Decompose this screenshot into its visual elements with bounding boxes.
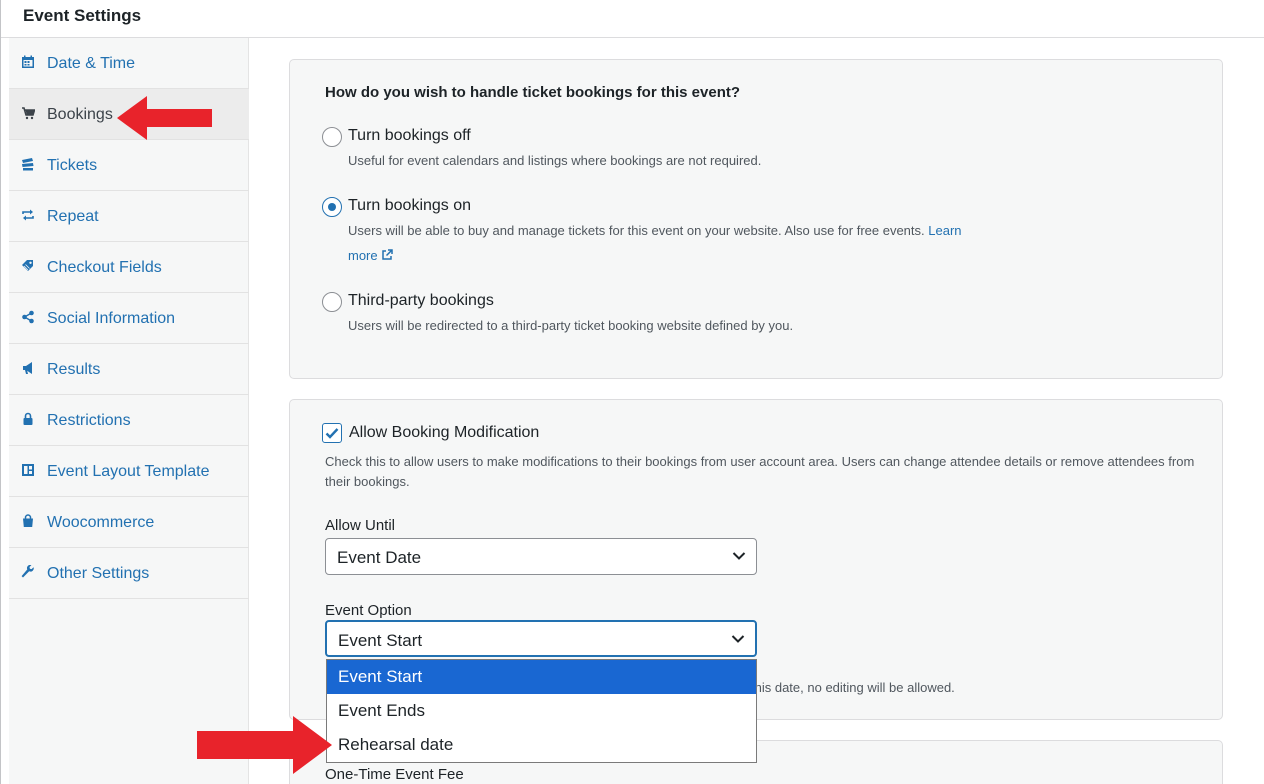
booking-question: How do you wish to handle ticket booking… — [325, 84, 741, 101]
learn-more-link-text-2: more — [348, 248, 378, 263]
dropdown-option-rehearsal-date[interactable]: Rehearsal date — [327, 728, 756, 762]
event-option-select[interactable]: Event Start — [325, 620, 757, 657]
learn-more-link-text: Learn — [928, 223, 962, 238]
radio-button[interactable] — [322, 292, 342, 312]
event-option-label: Event Option — [325, 602, 412, 619]
sidebar-item-other-settings[interactable]: Other Settings — [9, 548, 249, 599]
radio-button-checked[interactable] — [322, 197, 342, 217]
sidebar-item-label: Other Settings — [47, 565, 150, 582]
radio-description: Users will be able to buy and manage tic… — [348, 218, 1028, 268]
radio-description-text: Users will be able to buy and manage tic… — [348, 223, 925, 238]
megaphone-icon — [21, 361, 35, 375]
sidebar-item-restrictions[interactable]: Restrictions — [9, 395, 249, 446]
sidebar-item-label: Social Information — [47, 310, 176, 327]
sidebar-item-social-information[interactable]: Social Information — [9, 293, 249, 344]
chevron-down-icon — [732, 552, 746, 560]
radio-label: Turn bookings off — [348, 127, 471, 144]
select-value: Event Date — [337, 548, 422, 567]
sidebar-item-label: Repeat — [47, 208, 99, 225]
checkmark-icon — [325, 428, 339, 439]
event-option-hint: this date, no editing will be allowed. — [751, 680, 955, 695]
checkbox-label: Allow Booking Modification — [349, 424, 540, 441]
sidebar-item-label: Woocommerce — [47, 514, 155, 531]
allow-until-label: Allow Until — [325, 517, 396, 534]
radio-label: Third-party bookings — [348, 292, 494, 309]
sidebar-item-results[interactable]: Results — [9, 344, 249, 395]
radio-button[interactable] — [322, 127, 342, 147]
sidebar-item-label: Checkout Fields — [47, 259, 162, 276]
settings-sidebar: Date & Time Bookings Tickets Repeat Chec… — [9, 38, 249, 784]
radio-description: Useful for event calendars and listings … — [348, 153, 762, 168]
annotation-arrow-rehearsal — [197, 716, 332, 774]
sidebar-item-checkout-fields[interactable]: Checkout Fields — [9, 242, 249, 293]
repeat-icon — [21, 208, 35, 222]
dropdown-option-event-ends[interactable]: Event Ends — [327, 694, 756, 728]
sidebar-item-label: Date & Time — [47, 55, 136, 72]
cart-icon — [21, 106, 35, 120]
external-link-icon — [381, 249, 393, 260]
share-icon — [21, 310, 35, 324]
radio-description: Users will be redirected to a third-part… — [348, 318, 794, 333]
sidebar-item-woocommerce[interactable]: Woocommerce — [9, 497, 249, 548]
sidebar-item-label: Tickets — [47, 157, 98, 174]
event-option-dropdown: Event Start Event Ends Rehearsal date — [326, 659, 757, 763]
modification-description: Check this to allow users to make modifi… — [325, 454, 1195, 489]
annotation-arrow-bookings — [117, 96, 212, 140]
sidebar-item-label: Bookings — [47, 106, 113, 123]
booking-mode-card: How do you wish to handle ticket booking… — [289, 59, 1223, 379]
panel-header: Event Settings — [1, 0, 1264, 38]
tag-icon — [21, 259, 35, 273]
sidebar-item-label: Results — [47, 361, 101, 378]
one-time-fee-label: One-Time Event Fee — [325, 766, 464, 783]
allow-until-select[interactable]: Event Date — [325, 538, 757, 575]
bag-icon — [21, 514, 35, 528]
tickets-icon — [21, 157, 35, 171]
wrench-icon — [21, 565, 35, 579]
sidebar-item-label: Restrictions — [47, 412, 131, 429]
sidebar-item-label: Event Layout Template — [47, 463, 210, 480]
select-value: Event Start — [338, 631, 423, 650]
allow-modification-checkbox[interactable] — [322, 423, 342, 443]
sidebar-item-date-time[interactable]: Date & Time — [9, 38, 249, 89]
layout-icon — [21, 463, 35, 477]
sidebar-item-event-layout-template[interactable]: Event Layout Template — [9, 446, 249, 497]
sidebar-item-tickets[interactable]: Tickets — [9, 140, 249, 191]
settings-panel: Event Settings Date & Time Bookings Tick… — [0, 0, 1264, 784]
chevron-down-icon — [731, 635, 745, 643]
radio-label: Turn bookings on — [348, 197, 472, 214]
lock-icon — [21, 412, 35, 426]
page-title: Event Settings — [23, 6, 142, 25]
sidebar-item-repeat[interactable]: Repeat — [9, 191, 249, 242]
calendar-icon — [21, 55, 35, 69]
dropdown-option-event-start[interactable]: Event Start — [327, 660, 756, 694]
